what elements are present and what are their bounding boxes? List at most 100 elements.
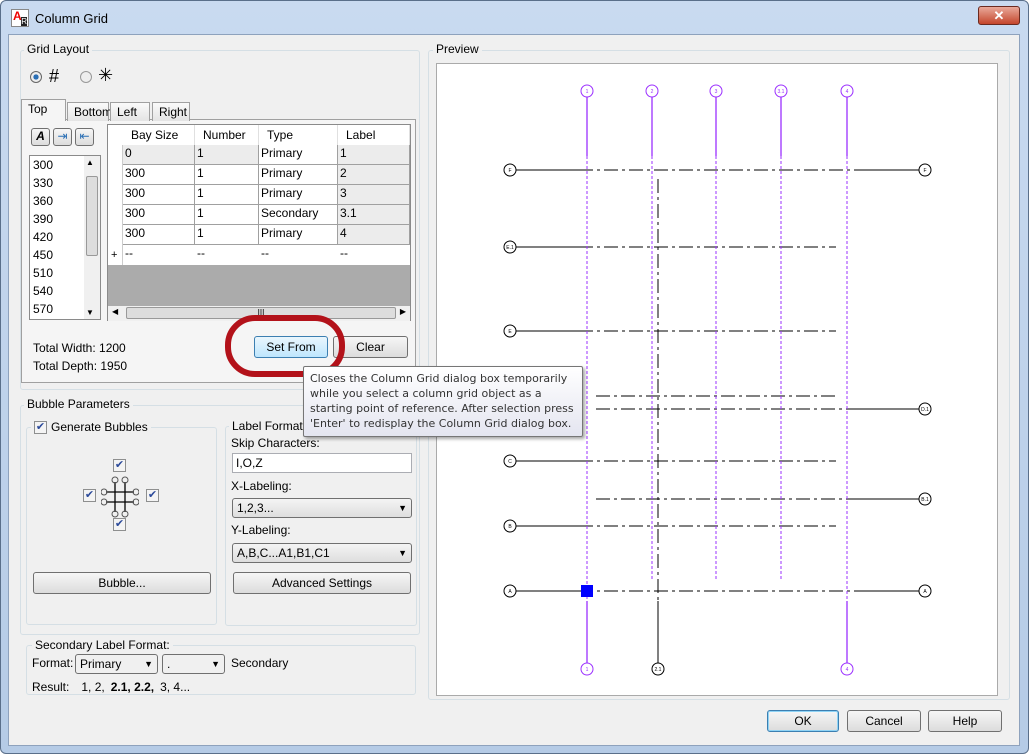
help-button[interactable]: Help <box>928 710 1002 732</box>
generate-bubbles-wrap: ✔ Generate Bubbles <box>31 420 151 434</box>
total-depth: Total Depth: 1950 <box>33 359 128 373</box>
insert-row-icon[interactable]: ⇥ <box>53 128 72 146</box>
tab-left[interactable]: Left <box>110 102 150 121</box>
column-header[interactable]: Bay Size <box>123 125 195 145</box>
table-cell[interactable]: -- <box>195 245 259 265</box>
tab-right[interactable]: Right <box>152 102 190 121</box>
result-secondary: 2.1, 2.2, <box>110 680 155 694</box>
scroll-left-icon[interactable]: ◀ <box>112 307 118 316</box>
column-header[interactable]: Number <box>195 125 259 145</box>
table-cell[interactable]: -- <box>123 245 195 265</box>
table-cell[interactable]: 300 <box>123 165 195 185</box>
list-scrollbar[interactable]: ▲ ▼ <box>84 156 100 319</box>
tab-top[interactable]: Top <box>21 99 66 121</box>
bay-list-item[interactable]: 510 <box>33 266 53 280</box>
table-cell[interactable]: 0 <box>123 145 195 165</box>
table-cell[interactable]: 1 <box>195 165 259 185</box>
table-cell[interactable]: Primary <box>259 145 338 165</box>
table-cell[interactable]: Primary <box>259 185 338 205</box>
table-cell[interactable]: -- <box>259 245 338 265</box>
table-cell[interactable]: -- <box>338 245 410 265</box>
orthogonal-radio[interactable] <box>30 71 42 83</box>
row-bubble-left-label: F <box>508 168 511 174</box>
y-labeling-select[interactable]: A,B,C...A1,B1,C1 ▼ <box>232 543 412 563</box>
column-header[interactable]: Type <box>259 125 338 145</box>
table-cell[interactable]: 300 <box>123 185 195 205</box>
skip-characters-input[interactable]: I,O,Z <box>232 453 412 473</box>
bubble-button[interactable]: Bubble... <box>33 572 211 594</box>
table-cell[interactable]: 1 <box>195 205 259 225</box>
top-bubble-checkbox[interactable]: ✔ <box>113 459 126 472</box>
advanced-settings-button[interactable]: Advanced Settings <box>233 572 411 594</box>
table-cell[interactable]: 1 <box>338 145 410 165</box>
total-width: Total Width: 1200 <box>33 341 126 355</box>
bay-list-item[interactable]: 390 <box>33 212 53 226</box>
bay-table: Bay Size Number Type Label 0 1 Primary 1 300 1 Pri… <box>107 124 411 321</box>
result-label: Result: <box>32 680 70 694</box>
table-cell[interactable]: 1 <box>195 185 259 205</box>
orthogonal-grid-icon: # <box>49 66 60 86</box>
close-button[interactable]: ✕ <box>978 6 1020 25</box>
row-bubble-left-label: C <box>508 459 512 465</box>
right-bubble-checkbox[interactable]: ✔ <box>146 489 159 502</box>
generate-bubbles-label: Generate Bubbles <box>51 420 148 434</box>
result-row: Result: 1, 2, 2.1, 2.2, 3, 4... <box>32 680 190 694</box>
column-header[interactable]: Label <box>338 125 410 145</box>
scroll-thumb[interactable] <box>86 176 98 256</box>
table-cell[interactable]: Primary <box>259 225 338 245</box>
secondary-label-format-label: Secondary Label Format: <box>32 638 173 652</box>
bay-size-list[interactable]: 300 330 360 390 420 450 510 540 570 ▲ ▼ <box>29 155 101 320</box>
table-cell[interactable]: 3 <box>338 185 410 205</box>
bay-list-item[interactable]: 300 <box>33 158 53 172</box>
format-label: Format: <box>32 656 74 670</box>
table-cell[interactable]: Secondary <box>259 205 338 225</box>
table-cell[interactable]: Primary <box>259 165 338 185</box>
append-row-icon[interactable]: ⇤ <box>75 128 94 146</box>
secondary-column-bubble-label: 2.1 <box>655 667 662 673</box>
column-bubble-top-label: 4 <box>846 89 849 95</box>
table-cell[interactable]: 1 <box>195 225 259 245</box>
column-bubble-bottom-label: 4 <box>846 667 849 673</box>
bay-list-item[interactable]: 540 <box>33 284 53 298</box>
table-cell[interactable]: 300 <box>123 225 195 245</box>
y-labeling-value: A,B,C...A1,B1,C1 <box>237 546 330 560</box>
bubble-params-label: Bubble Parameters <box>24 397 133 411</box>
window-title: Column Grid <box>35 11 108 26</box>
column-bubble-top-label: 3.1 <box>778 89 785 95</box>
table-cell[interactable]: 300 <box>123 205 195 225</box>
table-cell[interactable]: 3.1 <box>338 205 410 225</box>
row-header-column <box>108 145 123 265</box>
bay-list-item[interactable]: 330 <box>33 176 53 190</box>
bay-list-item[interactable]: 450 <box>33 248 53 262</box>
generate-bubbles-checkbox[interactable]: ✔ <box>34 420 47 434</box>
cancel-button[interactable]: Cancel <box>847 710 921 732</box>
scroll-up-icon[interactable]: ▲ <box>86 158 94 167</box>
bay-list-item[interactable]: 570 <box>33 302 53 316</box>
row-bubble-right-label: B.1 <box>921 497 929 503</box>
x-labeling-value: 1,2,3... <box>237 501 274 515</box>
ok-button[interactable]: OK <box>767 710 839 732</box>
radial-radio[interactable] <box>80 71 92 83</box>
radial-grid-icon: ✳ <box>98 65 114 85</box>
separator-select[interactable]: . ▼ <box>162 654 225 674</box>
column-bubble-bottom-label: 1 <box>586 667 589 673</box>
format-select[interactable]: Primary ▼ <box>75 654 158 674</box>
scroll-right-icon[interactable]: ▶ <box>400 307 406 316</box>
x-labeling-select[interactable]: 1,2,3... ▼ <box>232 498 412 518</box>
bottom-bubble-checkbox[interactable]: ✔ <box>113 518 126 531</box>
scroll-down-icon[interactable]: ▼ <box>86 308 94 317</box>
label-edit-icon[interactable]: A <box>31 128 50 146</box>
tab-bottom[interactable]: Bottom <box>67 102 112 121</box>
bay-list-item[interactable]: 420 <box>33 230 53 244</box>
preview-label: Preview <box>433 42 482 56</box>
result-rest: 3, 4... <box>160 680 191 694</box>
left-bubble-checkbox[interactable]: ✔ <box>83 489 96 502</box>
row-bubble-right-label: F <box>923 168 926 174</box>
table-cell[interactable]: 1 <box>195 145 259 165</box>
table-cell[interactable]: 2 <box>338 165 410 185</box>
table-cell[interactable]: 4 <box>338 225 410 245</box>
column-bubble-top-label: 1 <box>586 89 589 95</box>
column-bubble-top-label: 2 <box>651 89 654 95</box>
chevron-down-icon: ▼ <box>398 548 407 558</box>
bay-list-item[interactable]: 360 <box>33 194 53 208</box>
